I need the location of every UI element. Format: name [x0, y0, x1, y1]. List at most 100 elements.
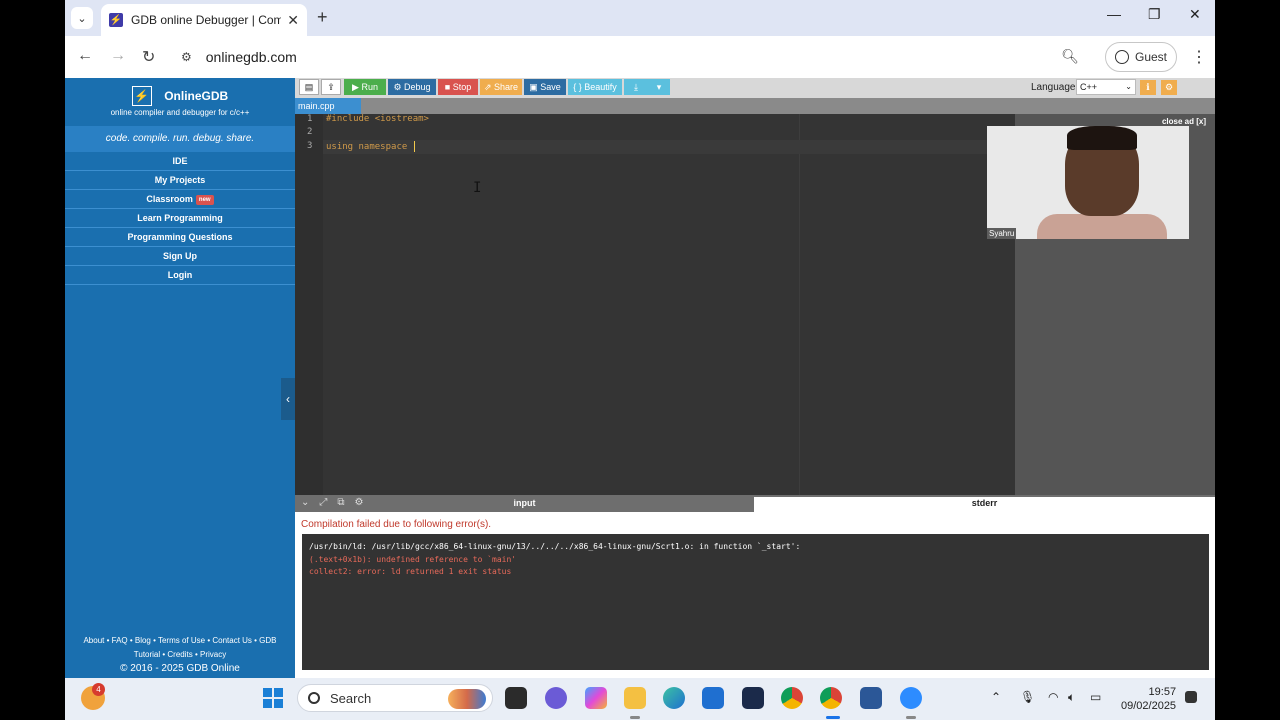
brand-name: OnlineGDB — [164, 89, 229, 103]
site-info-icon[interactable]: ⚙ — [181, 50, 192, 64]
sidebar-item-label: My Projects — [154, 175, 206, 185]
close-tab-icon[interactable]: ✕ — [287, 12, 299, 29]
volume-icon[interactable]: 🔈︎ — [1068, 690, 1075, 705]
copy-icon[interactable]: ⧉ — [337, 497, 354, 508]
play-icon: ▶ — [352, 81, 362, 92]
sidebar-item-classroom[interactable]: Classroom new — [65, 190, 295, 209]
download-dropdown-button[interactable]: ▾ — [648, 79, 670, 95]
code-editor[interactable]: 1 #include <iostream> 2 3 using namespac… — [295, 114, 1015, 495]
footer-links-2[interactable]: Tutorial • Credits • Privacy — [65, 648, 295, 662]
collapse-sidebar-button[interactable]: ‹ — [281, 378, 295, 420]
beautify-button[interactable]: { } Beautify — [568, 79, 622, 95]
reload-button[interactable]: ↻ — [142, 47, 155, 67]
stop-button[interactable]: ■ Stop — [438, 79, 478, 95]
edge-icon[interactable] — [663, 687, 685, 709]
tab-stderr[interactable]: stderr — [754, 497, 1215, 512]
browser-menu-icon[interactable]: ⋮ — [1191, 47, 1207, 67]
sidebar-item-learn-programming[interactable]: Learn Programming — [65, 209, 295, 228]
ibeam-cursor-icon: I — [473, 180, 482, 196]
copilot-icon[interactable] — [585, 687, 607, 709]
restore-icon[interactable]: ❐ — [1148, 6, 1161, 23]
new-tab-button[interactable]: + — [317, 7, 328, 28]
microphone-icon[interactable]: 🎙︎ — [1020, 690, 1035, 704]
upload-icon[interactable]: ⇪ — [321, 79, 341, 95]
task-view-icon[interactable] — [505, 687, 527, 709]
tagline: code. compile. run. debug. share. — [65, 126, 295, 152]
sidebar-item-programming-questions[interactable]: Programming Questions — [65, 228, 295, 247]
battery-icon[interactable]: ▭ — [1090, 690, 1101, 704]
code-line[interactable]: using namespace — [326, 141, 415, 152]
share-icon: ⇗ — [483, 81, 494, 92]
system-clock[interactable]: 19:57 09/02/2025 — [1121, 685, 1176, 713]
sidebar-item-my-projects[interactable]: My Projects — [65, 171, 295, 190]
minimize-icon[interactable]: — — [1107, 6, 1121, 22]
new-file-icon[interactable]: ▤ — [299, 79, 319, 95]
stderr-console[interactable]: /usr/bin/ld: /usr/lib/gcc/x86_64-linux-g… — [302, 534, 1209, 670]
sidebar-item-ide[interactable]: IDE — [65, 152, 295, 171]
debug-button[interactable]: ⚙ Debug — [388, 79, 436, 95]
language-select[interactable]: C++ ⌄ — [1076, 79, 1136, 95]
download-icon: ⤓ — [634, 81, 638, 92]
address-bar[interactable]: ⚙ onlinegdb.com 🔍︎ — [171, 42, 1093, 72]
chrome-icon[interactable] — [820, 687, 842, 709]
line-gutter — [295, 114, 323, 495]
word-icon[interactable] — [860, 687, 882, 709]
share-button[interactable]: ⇗ Share — [480, 79, 522, 95]
new-badge: new — [195, 194, 214, 205]
console-line: (.text+0x1b): undefined reference to `ma… — [309, 554, 517, 564]
devc-icon[interactable] — [742, 687, 764, 709]
back-button[interactable]: ← — [77, 47, 93, 65]
taskbar-search[interactable]: Search — [297, 684, 493, 712]
panel-settings-icon[interactable]: ⚙ — [355, 497, 374, 508]
video-person-shirt — [1037, 214, 1167, 239]
info-icon: ℹ — [1146, 82, 1150, 92]
microsoft-store-icon[interactable] — [702, 687, 724, 709]
tab-strip: ⌄ ⚡ GDB online Debugger | Compiler - Cod… — [65, 0, 1215, 36]
windows-taskbar: 4 Search ⌃ 🎙︎ ◠ 🔈︎ ▭ 19:57 09/02/2025 — [65, 678, 1215, 720]
teams-chat-icon[interactable] — [545, 687, 567, 709]
language-label: Language — [1031, 82, 1076, 93]
file-explorer-icon[interactable] — [624, 687, 646, 709]
run-button[interactable]: ▶ Run — [344, 79, 386, 95]
download-button[interactable]: ⤓ — [624, 79, 648, 95]
browser-tab-active[interactable]: ⚡ GDB online Debugger | Compiler - Code,… — [101, 4, 307, 36]
zoom-app-icon[interactable] — [900, 687, 922, 709]
code-line[interactable]: #include <iostream> — [326, 114, 429, 124]
line-number: 2 — [307, 127, 313, 137]
footer-links[interactable]: About • FAQ • Blog • Terms of Use • Cont… — [65, 634, 295, 648]
sidebar-item-label: Classroom — [146, 194, 193, 204]
console-line: /usr/bin/ld: /usr/lib/gcc/x86_64-linux-g… — [309, 542, 801, 551]
close-window-icon[interactable]: ✕ — [1189, 6, 1201, 23]
code-area[interactable] — [323, 114, 1015, 495]
url-text[interactable]: onlinegdb.com — [206, 49, 297, 65]
save-label: Save — [540, 82, 561, 92]
file-tab-main-cpp[interactable]: main.cpp — [295, 98, 361, 114]
address-toolbar: ← → ↻ ⚙ onlinegdb.com 🔍︎ Guest ⋮ — [65, 36, 1215, 78]
tab-search-button[interactable]: ⌄ — [71, 7, 93, 29]
save-button[interactable]: ▣ Save — [524, 79, 566, 95]
sidebar-item-label: Sign Up — [163, 251, 197, 261]
sidebar-item-label: Learn Programming — [137, 213, 223, 223]
active-line-highlight — [323, 140, 1015, 154]
close-ad-button[interactable]: close ad [x] — [1162, 117, 1206, 126]
chrome-profile-icon[interactable] — [781, 687, 803, 709]
windows-start-icon[interactable] — [263, 688, 283, 708]
settings-button[interactable]: ⚙ — [1161, 80, 1177, 95]
collapse-panel-icon[interactable]: ⌄ — [301, 497, 319, 508]
profile-icon — [1114, 50, 1129, 64]
forward-button[interactable]: → — [110, 47, 126, 65]
sidebar-item-sign-up[interactable]: Sign Up — [65, 247, 295, 266]
zoom-icon[interactable]: 🔍︎ — [1061, 48, 1079, 65]
sidebar-item-login[interactable]: Login — [65, 266, 295, 285]
expand-panel-icon[interactable]: ⤢ — [319, 497, 337, 508]
info-button[interactable]: ℹ — [1140, 80, 1156, 95]
brand[interactable]: ⚡ OnlineGDB online compiler and debugger… — [65, 86, 295, 117]
page-content: ⚡ OnlineGDB online compiler and debugger… — [65, 78, 1215, 678]
tab-title: GDB online Debugger | Compiler - Code, C… — [131, 13, 281, 27]
onlinegdb-favicon-icon: ⚡ — [109, 13, 123, 27]
tray-overflow-icon[interactable]: ⌃ — [991, 690, 1001, 704]
notification-bell-icon[interactable] — [1185, 691, 1197, 703]
sidebar-item-label: Programming Questions — [127, 232, 233, 242]
wifi-icon[interactable]: ◠ — [1048, 690, 1058, 704]
profile-button[interactable]: Guest — [1105, 42, 1177, 72]
